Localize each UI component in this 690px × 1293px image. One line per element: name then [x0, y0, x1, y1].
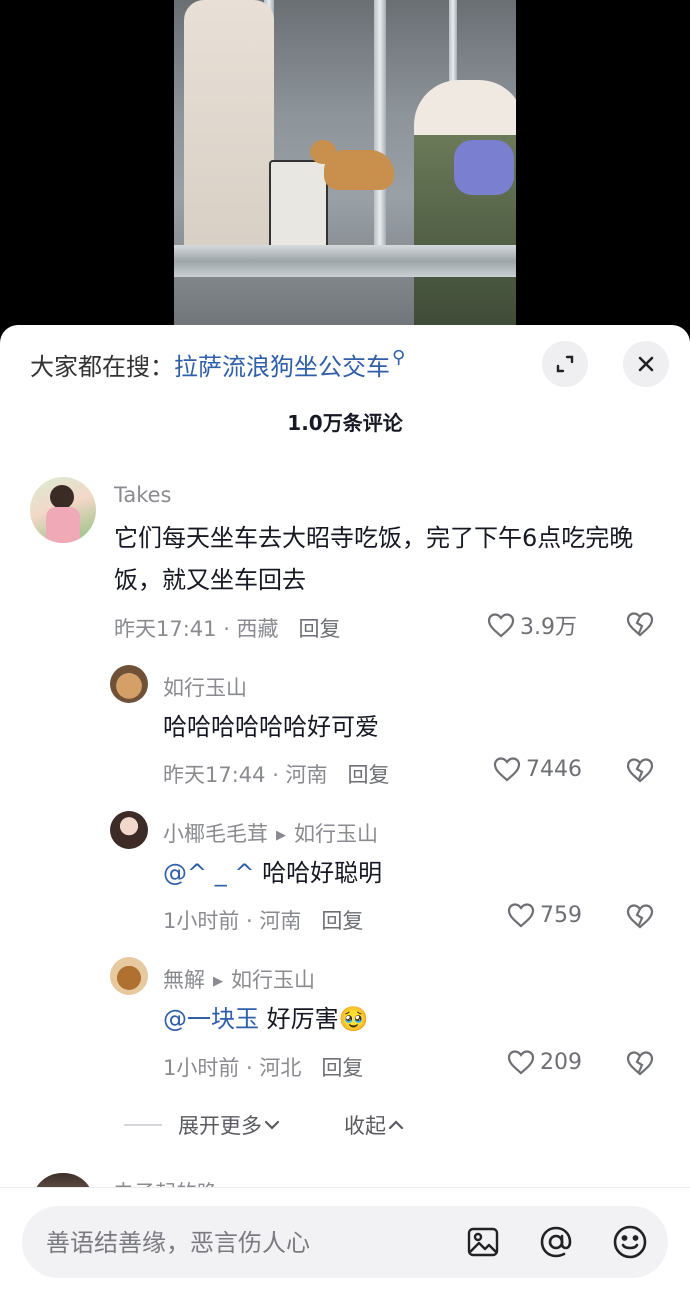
at-icon: [540, 1226, 572, 1258]
comment-username[interactable]: Takes: [114, 483, 172, 507]
dog-figure: [310, 140, 394, 190]
reply-button[interactable]: 回复: [348, 763, 390, 787]
like-count: 7446: [526, 756, 582, 782]
reply-meta: 昨天17:44 · 河南 回复: [163, 759, 390, 789]
like-button[interactable]: 759: [506, 901, 582, 929]
magnifier-icon: ⚲: [392, 347, 406, 368]
heart-icon: [507, 903, 535, 928]
search-suggestion[interactable]: 大家都在搜：拉萨流浪狗坐公交车 ⚲: [30, 347, 405, 382]
chevron-down-icon: [264, 1120, 280, 1130]
reply-time-location: 昨天17:44 · 河南: [163, 763, 328, 787]
like-count: 759: [540, 902, 582, 928]
expand-icon: [556, 355, 574, 373]
reply-author[interactable]: 小椰毛毛茸: [163, 822, 268, 846]
reply-button[interactable]: 回复: [299, 617, 341, 641]
mention-link[interactable]: @^ _ ^: [163, 859, 254, 887]
heart-icon: [487, 613, 515, 638]
reply-arrow-icon: ▶: [213, 973, 223, 989]
reply-text: @一块玉 好厉害🥹: [163, 998, 643, 1040]
reply-target[interactable]: 如行玉山: [294, 822, 378, 846]
comment-input[interactable]: [44, 1222, 448, 1264]
comment-input-box[interactable]: [22, 1206, 668, 1278]
dislike-button[interactable]: [625, 610, 655, 642]
broken-heart-icon: [626, 904, 654, 929]
broken-heart-icon: [626, 1051, 654, 1076]
expand-button[interactable]: [542, 341, 588, 387]
dislike-button[interactable]: [625, 756, 655, 788]
reply-meta: 1小时前 · 河北 回复: [163, 1052, 363, 1082]
expand-more-button[interactable]: 展开更多: [178, 1110, 282, 1140]
search-prefix: 大家都在搜：: [30, 353, 174, 381]
close-icon: [638, 356, 654, 372]
image-button[interactable]: [465, 1224, 501, 1260]
broken-heart-icon: [626, 758, 654, 783]
reply-arrow-icon: ▶: [276, 827, 286, 843]
avatar[interactable]: [110, 665, 148, 703]
heart-icon: [507, 1050, 535, 1075]
avatar[interactable]: [110, 811, 148, 849]
reply-username[interactable]: 如行玉山: [163, 672, 247, 702]
reply-time-location: 1小时前 · 河南: [163, 909, 302, 933]
dislike-button[interactable]: [625, 902, 655, 934]
video-player[interactable]: [0, 0, 690, 340]
reply-author[interactable]: 無解: [163, 968, 205, 992]
comment-time-location: 昨天17:41 · 西藏: [114, 617, 279, 641]
dislike-button[interactable]: [625, 1049, 655, 1081]
emoji-button[interactable]: [612, 1224, 648, 1260]
reply-body: 哈哈哈哈哈哈好可爱: [163, 713, 379, 741]
collapse-label: 收起: [344, 1114, 386, 1138]
close-button[interactable]: [623, 341, 669, 387]
reply-meta: 1小时前 · 河南 回复: [163, 905, 363, 935]
reply-text: 哈哈哈哈哈哈好可爱: [163, 706, 643, 748]
reply-author[interactable]: 如行玉山: [163, 676, 247, 700]
mention-button[interactable]: [538, 1224, 574, 1260]
comment-sheet: 大家都在搜：拉萨流浪狗坐公交车 ⚲ 1.0万条评论 Takes 它们每天坐车去大昭…: [0, 325, 690, 1293]
like-button[interactable]: 209: [506, 1048, 582, 1076]
reply-text: @^ _ ^ 哈哈好聪明: [163, 852, 643, 894]
reply-body: 哈哈好聪明: [262, 859, 383, 887]
reply-target[interactable]: 如行玉山: [231, 968, 315, 992]
search-keyword[interactable]: 拉萨流浪狗坐公交车: [174, 353, 390, 381]
like-count: 209: [540, 1049, 582, 1075]
divider-line: [124, 1124, 162, 1126]
comment-meta: 昨天17:41 · 西藏 回复: [114, 613, 341, 643]
chevron-up-icon: [388, 1120, 404, 1130]
avatar[interactable]: [30, 477, 96, 543]
image-icon: [467, 1227, 499, 1257]
comment-text: 它们每天坐车去大昭寺吃饭，完了下午6点吃完晚饭，就又坐车回去: [114, 524, 634, 594]
expand-more-label: 展开更多: [178, 1114, 262, 1138]
reply-button[interactable]: 回复: [321, 1056, 363, 1080]
reply-username[interactable]: 無解 ▶ 如行玉山: [163, 964, 315, 994]
avatar[interactable]: [110, 957, 148, 995]
emoji-icon: [613, 1225, 647, 1259]
mention-link[interactable]: @一块玉: [163, 1005, 259, 1033]
comment-count: 1.0万条评论: [287, 411, 403, 435]
like-button[interactable]: 3.9万: [486, 609, 577, 641]
reply-username[interactable]: 小椰毛毛茸 ▶ 如行玉山: [163, 818, 378, 848]
video-frame: [174, 0, 516, 330]
comment-input-bar: [0, 1187, 690, 1293]
heart-icon: [493, 757, 521, 782]
reply-expand-row: 展开更多 收起: [124, 1110, 406, 1140]
like-count: 3.9万: [520, 615, 577, 640]
collapse-button[interactable]: 收起: [344, 1110, 406, 1140]
like-button[interactable]: 7446: [492, 755, 582, 783]
reply-button[interactable]: 回复: [321, 909, 363, 933]
reply-time-location: 1小时前 · 河北: [163, 1056, 302, 1080]
broken-heart-icon: [626, 612, 654, 637]
reply-body: 好厉害🥹: [266, 1005, 369, 1033]
